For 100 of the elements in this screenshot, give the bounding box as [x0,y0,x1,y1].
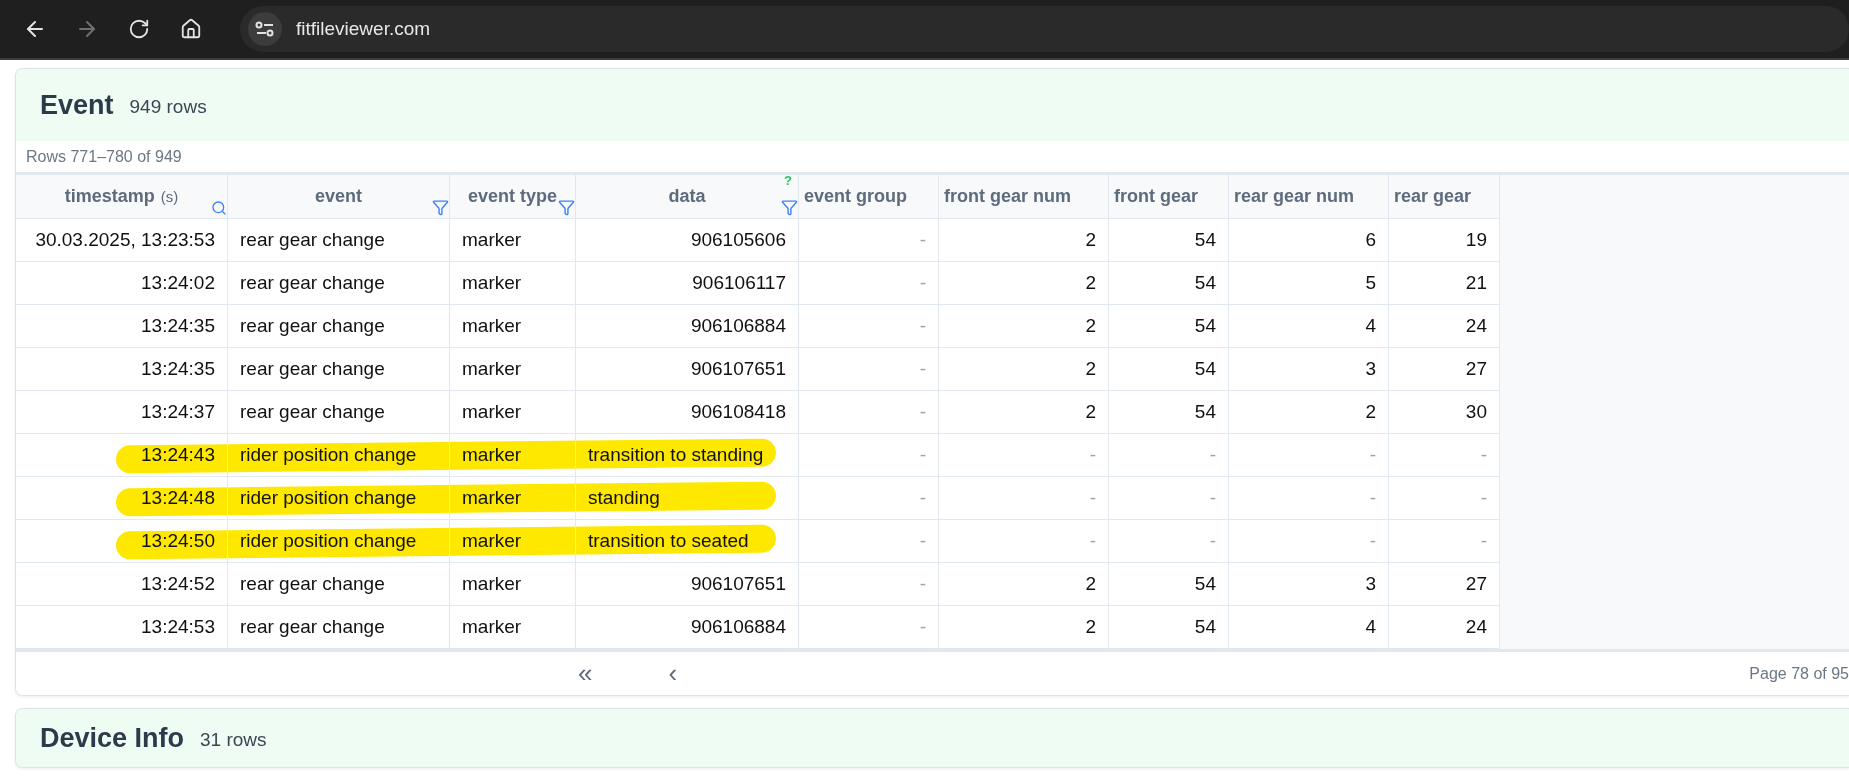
table-cell: - [799,305,939,347]
filter-icon [432,199,449,216]
search-button[interactable] [211,200,227,216]
table-cell: rear gear change [228,262,450,304]
table-cell: 19 [1389,219,1500,261]
table-cell: - [1389,520,1500,562]
table-cell: 4 [1229,305,1389,347]
hint-mark: ? [784,173,792,188]
filter-icon [781,199,798,216]
table-cell: - [799,477,939,519]
filter-button[interactable] [558,199,575,216]
table-cell: 54 [1109,391,1229,433]
table-cell: 906107651 [576,348,799,390]
table-cell: - [1109,520,1229,562]
table-cell: - [799,348,939,390]
table-cell: 2 [939,606,1109,648]
table-cell: 13:24:37 [16,391,228,433]
column-header[interactable]: data ? [576,175,799,218]
table-cell: 13:24:50 [16,520,228,562]
table-cell: marker [450,606,576,648]
column-header[interactable]: rear gear [1389,175,1500,218]
table-cell: rider position change [228,477,450,519]
column-label: event [315,186,362,207]
table-cell: - [799,563,939,605]
table-cell: 24 [1389,305,1500,347]
table-cell: - [799,606,939,648]
column-header[interactable]: timestamp (s) [16,175,228,218]
column-header[interactable]: front gear [1109,175,1229,218]
table-cell: 906105606 [576,219,799,261]
table-cell: marker [450,262,576,304]
url-text: fitfileviewer.com [296,18,431,40]
table-cell: 906106117 [576,262,799,304]
reload-icon [128,18,150,40]
table-cell: rear gear change [228,305,450,347]
table-cell: rear gear change [228,348,450,390]
column-label: rear gear num [1234,186,1355,207]
row-count: 949 rows [129,96,207,118]
table-cell: - [939,434,1109,476]
column-label: event type [467,186,557,207]
column-header[interactable]: front gear num [939,175,1109,218]
table-cell: 54 [1109,563,1229,605]
site-settings-button[interactable] [248,12,282,46]
table-cell: - [1109,434,1229,476]
unit-label: (s) [160,188,179,205]
filter-button[interactable] [781,199,798,216]
previous-page-button[interactable]: ‹ [662,658,684,689]
table-cell: - [939,477,1109,519]
column-label: rear gear [1394,186,1472,207]
table-cell: 906106884 [576,305,799,347]
table-cell: 24 [1389,606,1500,648]
table-cell: - [1109,477,1229,519]
table-cell: 13:24:35 [16,305,228,347]
table-cell: 2 [939,391,1109,433]
table-cell: 54 [1109,219,1229,261]
table-cell: 6 [1229,219,1389,261]
table-cell: 5 [1229,262,1389,304]
table-cell: 2 [939,262,1109,304]
search-icon [211,200,227,216]
table-cell: marker [450,391,576,433]
table-cell: - [799,520,939,562]
table-cell: 3 [1229,563,1389,605]
table-cell: rear gear change [228,563,450,605]
table-cell: 13:24:02 [16,262,228,304]
table-cell: 54 [1109,348,1229,390]
column-label: event group [804,186,907,207]
table-cell: rear gear change [228,391,450,433]
table-cell: marker [450,434,576,476]
filter-button[interactable] [432,199,449,216]
table-cell: rear gear change [228,606,450,648]
table-cell: marker [450,305,576,347]
column-header[interactable]: rear gear num [1229,175,1389,218]
table-cell: standing [576,477,799,519]
table-cell: - [939,520,1109,562]
card-title: Event [40,89,114,121]
table-cell: marker [450,520,576,562]
sliders-icon [255,21,275,37]
table-cell: transition to standing [576,434,799,476]
table-cell: - [799,391,939,433]
table-cell: 906108418 [576,391,799,433]
filter-icon [558,199,575,216]
table-cell: marker [450,477,576,519]
table-cell: 2 [939,348,1109,390]
column-label: timestamp [64,186,155,207]
first-page-button[interactable]: « [572,658,599,689]
column-header[interactable]: event group [799,175,939,218]
table-cell: 13:24:35 [16,348,228,390]
table-cell: 4 [1229,606,1389,648]
table-cell: 13:24:52 [16,563,228,605]
column-header[interactable]: event type [450,175,576,218]
address-bar[interactable]: fitfileviewer.com [240,6,1849,52]
table-cell: 13:24:43 [16,434,228,476]
column-header[interactable]: event [228,175,450,218]
table-cell: - [1389,434,1500,476]
table-cell: - [1229,434,1389,476]
table-cell: 2 [1229,391,1389,433]
table-cell: 13:24:48 [16,477,228,519]
table-cell: 906106884 [576,606,799,648]
table-cell: 54 [1109,606,1229,648]
table-cell: transition to seated [576,520,799,562]
table-cell: marker [450,219,576,261]
